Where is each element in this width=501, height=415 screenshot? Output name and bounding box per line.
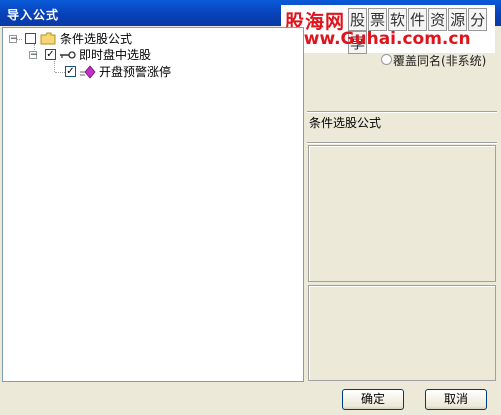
tree-node-root[interactable]: − 条件选股公式: [3, 31, 303, 47]
formula-tree[interactable]: − 条件选股公式 − ✓ 即时盘中选股 ✓ 开盘预警涨停: [2, 27, 304, 382]
leaf-checkbox[interactable]: ✓: [65, 66, 76, 77]
slogan-char: 分: [468, 8, 488, 31]
tree-node-leaf[interactable]: ✓ 开盘预警涨停: [3, 64, 303, 80]
formula-group-label: 条件选股公式: [309, 116, 382, 130]
child-checkbox[interactable]: ✓: [45, 49, 56, 60]
root-checkbox[interactable]: [25, 33, 36, 44]
overwrite-radio-label: 覆盖同名(非系统): [393, 54, 487, 68]
collapse-icon[interactable]: −: [29, 51, 38, 60]
key-icon: [60, 51, 76, 59]
overwrite-radio[interactable]: [381, 54, 392, 65]
slogan-char: 票: [368, 8, 388, 31]
collapse-icon[interactable]: −: [9, 35, 18, 44]
import-formula-dialog: 导入公式 股海网 股票软件资源分享 Www.Guhai.com.cn − 条件选…: [0, 0, 501, 415]
formula-diamond-icon: [80, 65, 96, 79]
slogan-char: 件: [408, 8, 428, 31]
window-title: 导入公式: [7, 8, 60, 22]
tree-node-label: 条件选股公式: [60, 32, 133, 46]
tree-node-child[interactable]: − ✓ 即时盘中选股: [3, 47, 303, 63]
divider: [307, 142, 497, 144]
formula-description-panel: [308, 145, 496, 282]
site-watermark: 股海网 股票软件资源分享 Www.Guhai.com.cn: [281, 5, 495, 54]
slogan-char: 软: [388, 8, 408, 31]
ok-button[interactable]: 确定: [342, 389, 404, 410]
slogan-char: 源: [448, 8, 468, 31]
formula-params-panel: [308, 285, 496, 381]
cancel-button[interactable]: 取消: [425, 389, 487, 410]
watermark-url: Www.Guhai.com.cn: [285, 29, 471, 49]
tree-node-label: 开盘预警涨停: [99, 65, 172, 79]
slogan-char: 资: [428, 8, 448, 31]
slogan-char: 股: [348, 8, 368, 31]
tree-node-label: 即时盘中选股: [79, 48, 152, 62]
divider: [307, 111, 497, 113]
folder-icon: [40, 32, 56, 45]
